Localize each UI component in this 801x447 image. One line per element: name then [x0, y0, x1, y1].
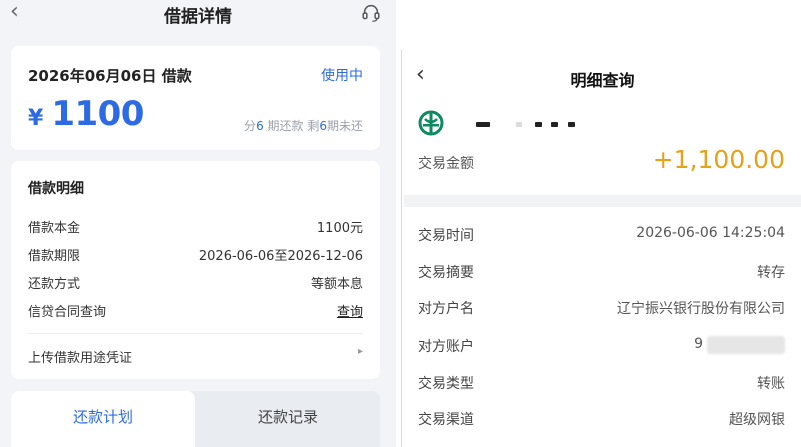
loan-detail-header: ‹ 借据详情	[0, 0, 396, 30]
amount-value: +1,100.00	[652, 145, 785, 174]
detail-row-principal: 借款本金 1100元	[28, 217, 363, 239]
masked-account-char	[568, 122, 575, 127]
loan-details-card: 借款明细 借款本金 1100元 借款期限 2026-06-06至2026-12-…	[11, 161, 380, 379]
txn-row-summary: 交易摘要 转存	[418, 262, 785, 284]
detail-label: 还款方式	[28, 277, 81, 292]
txn-row-counterparty: 对方户名 辽宁振兴银行股份有限公司	[418, 298, 785, 320]
txn-label: 交易时间	[418, 228, 474, 244]
transaction-detail-panel: ‹ 明细查询 交易金额 +1,100.00 交易时间 2026-06-06 14…	[404, 50, 801, 447]
term-suffix: 期未还	[326, 119, 363, 133]
txn-label: 交易渠道	[418, 412, 474, 428]
loan-detail-panel: ‹ 借据详情 2026年06月06日 借款 使用中 ¥1100 分6 期还款 剩…	[0, 0, 396, 447]
repayment-term-info: 分6 期还款 剩6期未还	[244, 117, 363, 134]
page-title: 明细查询	[570, 71, 635, 90]
txn-value: 辽宁振兴银行股份有限公司	[617, 301, 785, 317]
page-title: 借据详情	[164, 7, 232, 27]
amount-label: 交易金额	[418, 156, 474, 172]
detail-value: 1100元	[316, 221, 363, 236]
loan-status-badge: 使用中	[321, 68, 363, 84]
term-mid: 期还款 剩	[263, 119, 320, 133]
txn-row-type: 交易类型 转账	[418, 373, 785, 395]
txn-row-account: 对方账户 9	[418, 336, 785, 358]
txn-value: 9	[694, 336, 703, 352]
chevron-right-icon: ▸	[357, 346, 363, 357]
loan-tabs: 还款计划 还款记录	[11, 391, 380, 447]
masked-account-char	[551, 122, 558, 127]
txn-label: 对方户名	[418, 301, 474, 317]
txn-value: 转账	[757, 376, 785, 392]
contract-query-link[interactable]: 查询	[337, 301, 363, 320]
detail-value: 等额本息	[310, 277, 363, 292]
loan-details-title: 借款明细	[28, 181, 84, 197]
detail-value: 2026-06-06至2026-12-06	[198, 249, 363, 264]
blurred-account	[707, 336, 785, 354]
txn-value: 2026-06-06 14:25:04	[636, 225, 785, 241]
term-prefix: 分	[244, 119, 257, 133]
detail-row-term: 借款期限 2026-06-06至2026-12-06	[28, 245, 363, 267]
upload-proof-label: 上传借款用途凭证	[28, 351, 133, 366]
loan-date-title: 2026年06月06日 借款	[28, 67, 192, 85]
tab-repayment-plan[interactable]: 还款计划	[11, 391, 195, 447]
masked-account-char	[476, 122, 490, 127]
txn-label: 对方账户	[418, 339, 474, 355]
detail-label: 信贷合同查询	[28, 305, 107, 320]
currency-symbol: ¥	[28, 106, 44, 131]
loan-summary-card: 2026年06月06日 借款 使用中 ¥1100 分6 期还款 剩6期未还	[11, 46, 380, 150]
tab-repayment-records[interactable]: 还款记录	[196, 391, 380, 447]
txn-value: 转存	[757, 265, 785, 281]
txn-value: 超级网银	[729, 412, 785, 428]
masked-account-char	[516, 122, 522, 127]
loan-amount-value: 1100	[51, 94, 144, 134]
detail-label: 借款期限	[28, 249, 81, 264]
txn-row-time: 交易时间 2026-06-06 14:25:04	[418, 225, 785, 247]
masked-account-char	[535, 122, 542, 127]
loan-amount: ¥1100	[28, 94, 144, 134]
txn-label: 交易类型	[418, 376, 474, 392]
txn-row-channel: 交易渠道 超级网银	[418, 409, 785, 431]
section-separator	[404, 195, 801, 207]
txn-label: 交易摘要	[418, 265, 474, 281]
term-total: 6	[256, 119, 264, 133]
detail-label: 借款本金	[28, 221, 81, 236]
divider	[28, 333, 363, 334]
headset-icon[interactable]	[360, 2, 382, 24]
term-remaining: 6	[319, 119, 327, 133]
panel-divider	[401, 50, 402, 447]
agricultural-bank-logo-icon	[418, 110, 444, 136]
detail-row-contract: 信贷合同查询 查询	[28, 301, 363, 323]
detail-row-method: 还款方式 等额本息	[28, 273, 363, 295]
